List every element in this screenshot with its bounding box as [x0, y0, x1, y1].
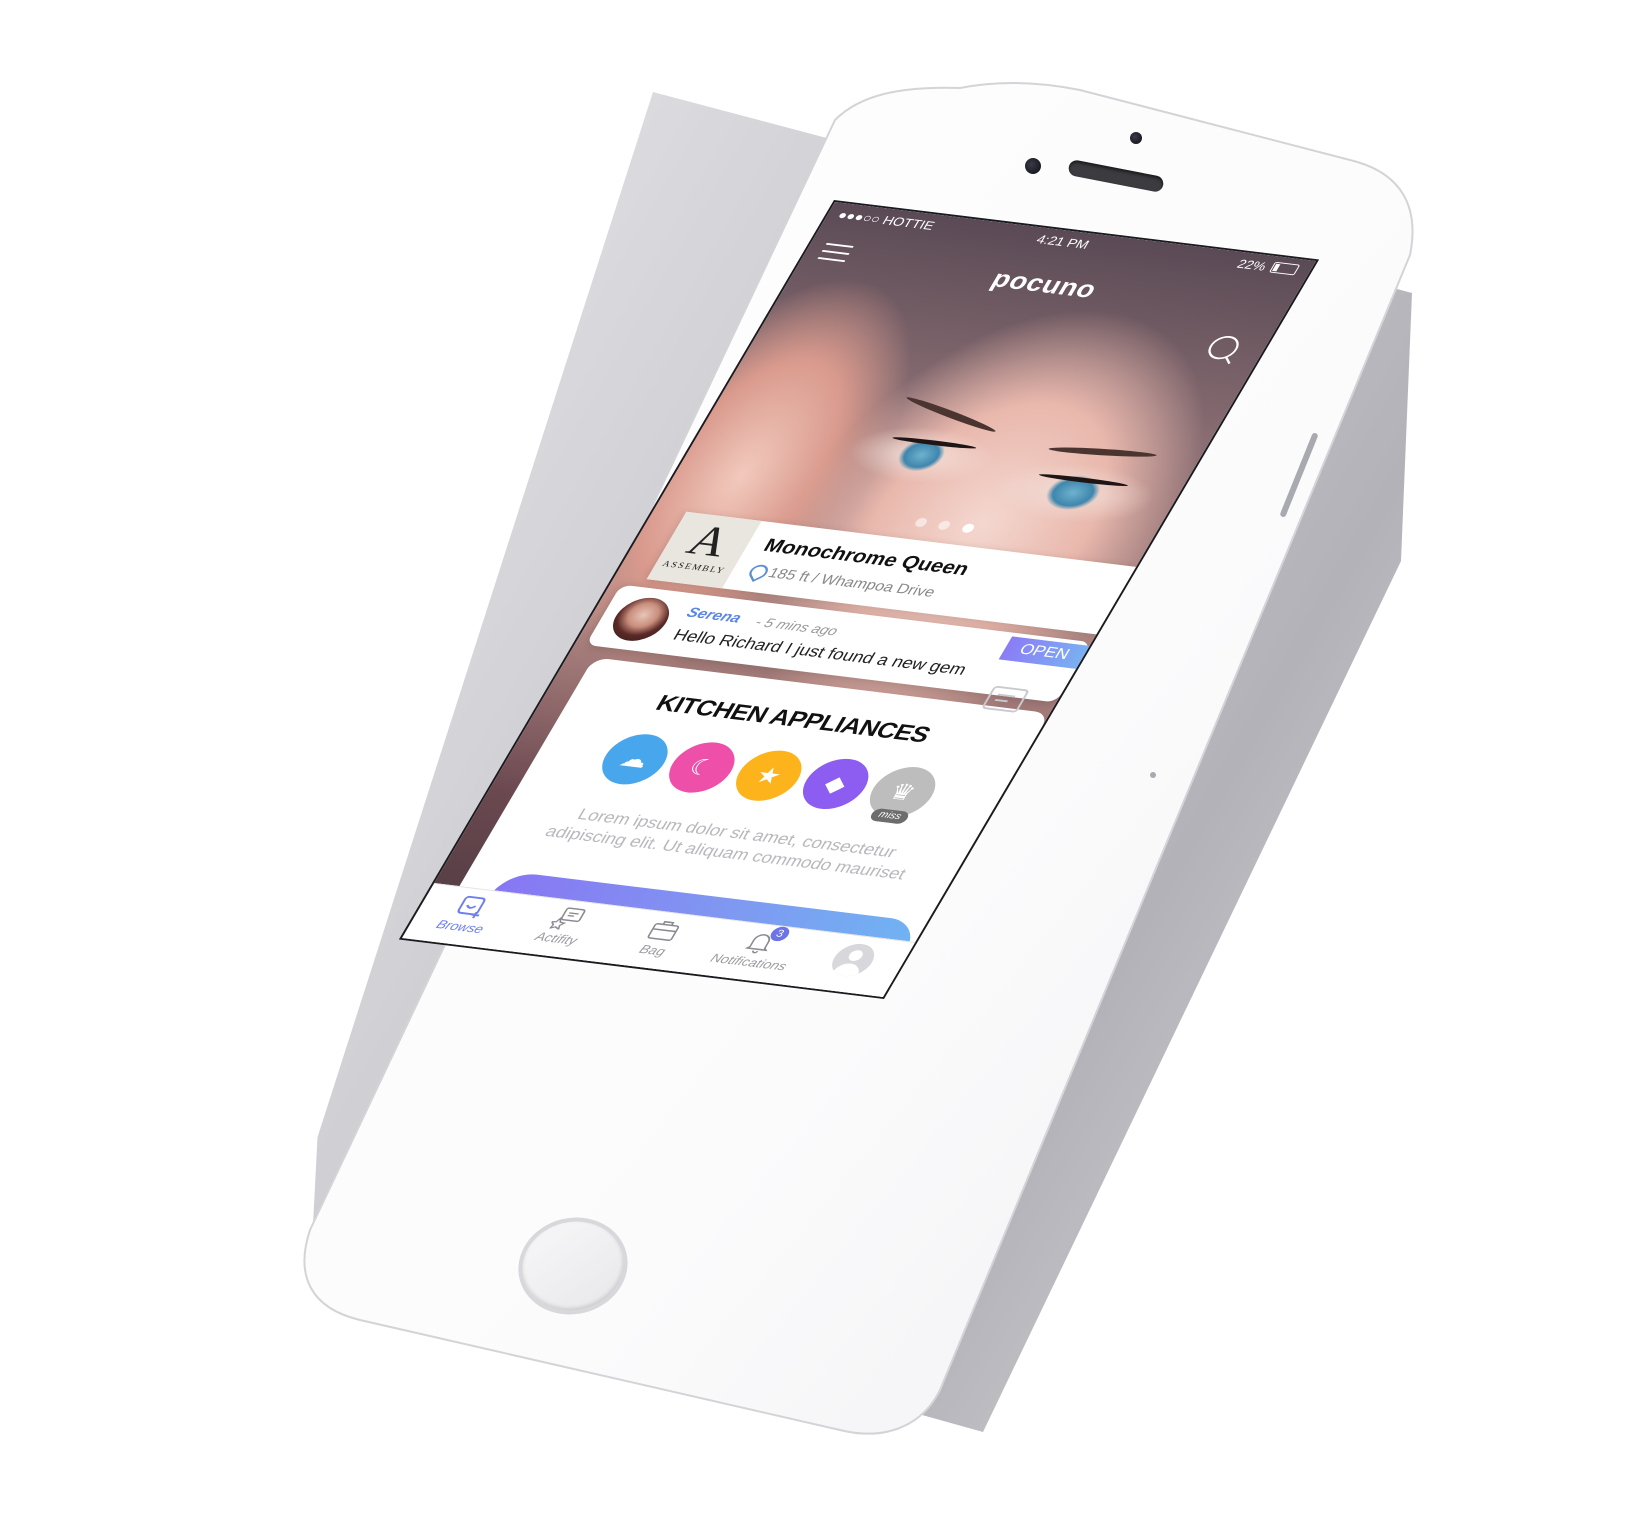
crown-badge-icon[interactable]: ♛ miss: [858, 763, 947, 825]
tab-notifications[interactable]: 3 Notifications: [697, 925, 816, 975]
tab-label: Actifity: [532, 929, 581, 948]
bulb-badge-icon[interactable]: ☁: [591, 730, 679, 788]
hero-brow-left: [903, 394, 999, 435]
hero-lash-left: [891, 435, 978, 451]
diamond-badge-icon[interactable]: ◆: [791, 755, 880, 813]
carousel-dot[interactable]: [936, 520, 953, 531]
hero-lash-right: [1037, 472, 1130, 488]
browse-icon: [452, 893, 493, 919]
tab-label: Bag: [636, 942, 669, 959]
activity-icon: [548, 905, 589, 931]
sender-avatar[interactable]: [603, 594, 679, 644]
badge-tag: miss: [868, 807, 911, 825]
battery-icon: [1268, 261, 1301, 276]
badge-glyph: ☾: [683, 754, 721, 781]
open-button[interactable]: OPEN: [998, 636, 1090, 669]
hero-brow-right: [1047, 445, 1159, 459]
sender-name[interactable]: Serena: [683, 605, 744, 626]
bell-icon: 3: [740, 925, 793, 955]
message-time: - 5 mins ago: [752, 614, 842, 639]
star-badge-icon[interactable]: ★: [724, 747, 813, 805]
badge-glyph: ♛: [884, 778, 921, 806]
carousel-dot-active[interactable]: [960, 523, 976, 534]
battery-percent: 22%: [1234, 256, 1270, 274]
proximity-sensor: [1130, 132, 1142, 144]
badge-glyph: ☁: [615, 745, 655, 773]
volume-button[interactable]: [1150, 772, 1156, 778]
bag-icon: [644, 917, 685, 943]
moon-badge-icon[interactable]: ☾: [657, 739, 746, 796]
front-camera: [1025, 158, 1041, 174]
profile-avatar: [824, 941, 882, 979]
tab-label: Browse: [433, 917, 487, 937]
notification-count-badge: 3: [767, 925, 793, 943]
phone-mockup-stage: ●●●○○ HOTTIE 4:21 PM 22% pocuno A ASSEMB…: [0, 0, 1650, 1534]
badge-glyph: ◆: [818, 770, 853, 798]
tab-label: Notifications: [707, 950, 790, 974]
badge-glyph: ★: [750, 762, 788, 790]
